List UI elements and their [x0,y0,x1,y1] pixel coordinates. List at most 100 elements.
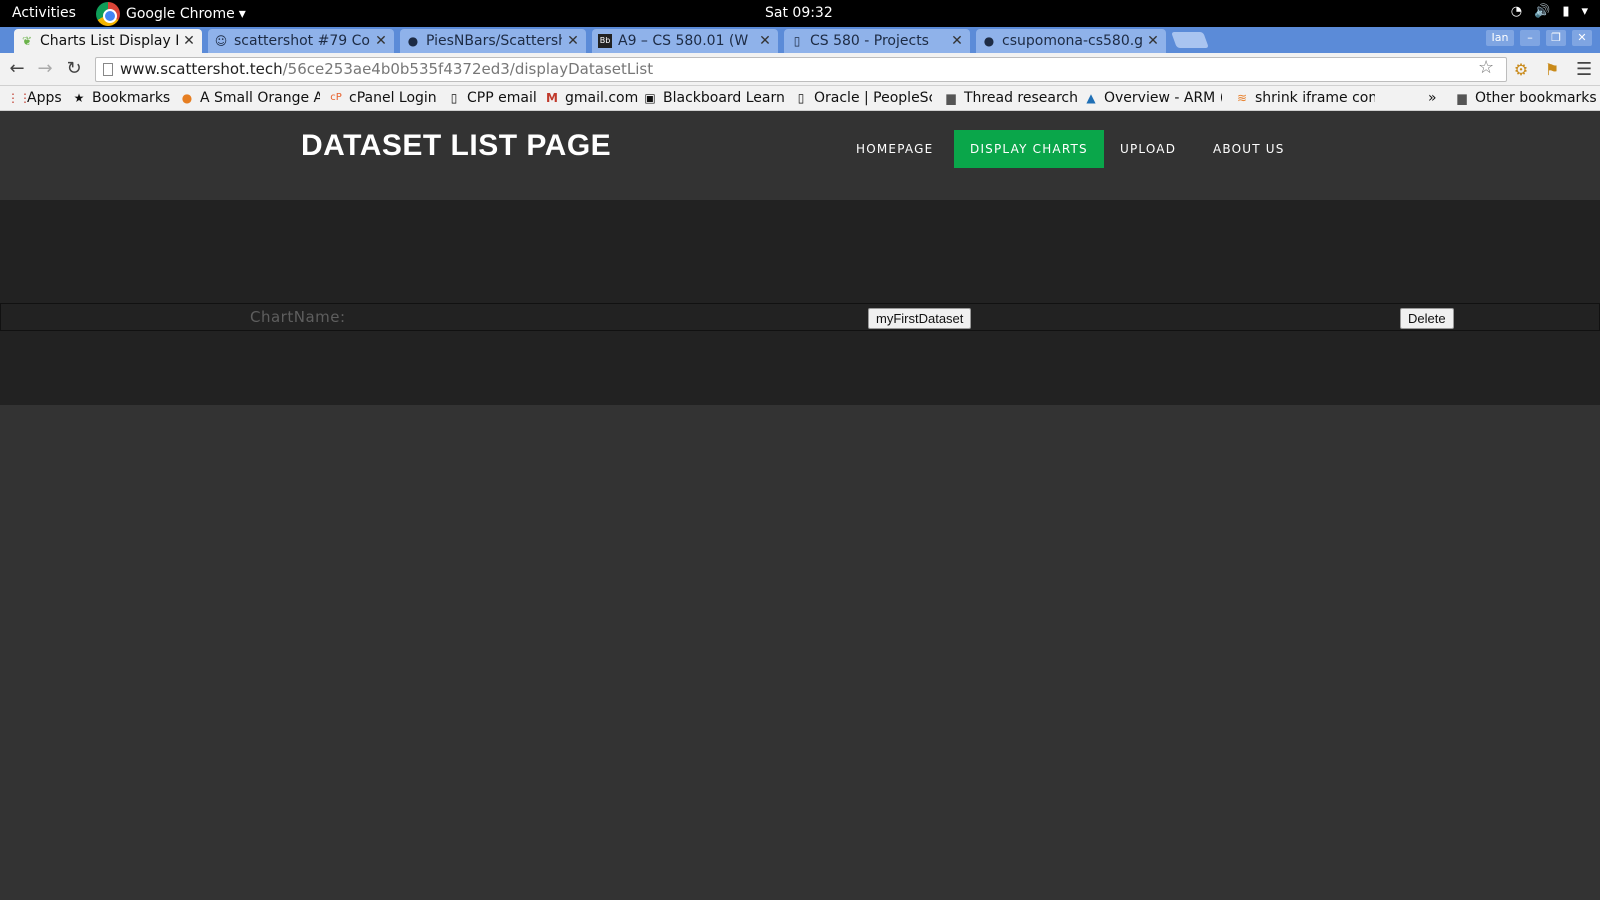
folder-icon: ▆ [1457,91,1467,105]
window-controls: Ian – ❐ ✕ [1486,30,1592,46]
web-page: DATASET LIST PAGE HOMEPAGE DISPLAY CHART… [0,112,1600,900]
address-bar[interactable]: www.scattershot.tech/56ce253ae4b0b535f43… [95,57,1507,82]
tab-charts-list[interactable]: ❦ Charts List Display P ✕ [14,29,202,53]
dataset-name-button[interactable]: myFirstDataset [868,308,972,329]
clock[interactable]: Sat 09:32 [765,5,833,21]
bookmark-label: Apps [27,90,62,106]
tab-title: csupomona-cs580.gi [1002,33,1142,49]
close-icon[interactable]: ✕ [950,33,964,49]
arm-icon: ▲ [1086,91,1096,105]
folder-icon: ▆ [946,91,956,105]
tab-title: scattershot #79 Cor [234,33,370,49]
delete-button[interactable]: Delete [1400,308,1454,329]
tab-scattershot-issue[interactable]: ☺ scattershot #79 Cor ✕ [208,29,394,53]
bookmark-small-orange[interactable]: ● A Small Orange A [180,90,320,106]
bookmark-label: Overview - ARM ( [1104,90,1222,106]
bookmark-cpanel[interactable]: cP cPanel Login [329,90,437,106]
bookmark-thread-research[interactable]: ▆ Thread research [944,90,1078,106]
nav-about-us[interactable]: ABOUT US [1197,130,1301,168]
bookmark-label: Thread research [964,90,1078,106]
apps-grid-icon: ⋮⋮ [7,91,31,105]
chevron-down-icon: ▾ [238,6,246,22]
url-path: /56ce253ae4b0b535f4372ed3/displayDataset… [282,60,654,78]
battery-icon: ▮ [1562,4,1570,19]
maximize-icon[interactable]: ❐ [1546,30,1566,46]
reload-icon[interactable]: ↻ [64,59,84,79]
volume-icon: 🔊 [1534,4,1551,19]
tab-piesnbars[interactable]: ● PiesNBars/Scattersh ✕ [400,29,586,53]
bookmark-bookmarks[interactable]: ★ Bookmarks [72,90,171,106]
tab-strip: ❦ Charts List Display P ✕ ☺ scattershot … [0,27,1600,53]
stackoverflow-icon: ≋ [1236,91,1248,105]
close-icon[interactable]: ✕ [374,33,388,49]
close-icon[interactable]: ✕ [1146,33,1160,49]
extension-off-icon[interactable]: ⚙ [1511,60,1531,80]
bookmark-label: Other bookmarks [1475,90,1597,106]
page-title: DATASET LIST PAGE [301,129,612,162]
page-icon: ▯ [450,91,458,105]
bookmark-label: Oracle | PeopleSc [814,90,932,106]
bookmark-star-icon[interactable]: ☆ [1478,57,1494,78]
page-icon: ▯ [797,91,805,105]
bookmark-arm-overview[interactable]: ▲ Overview - ARM ( [1084,90,1222,106]
bookmarks-bar: ⋮⋮ Apps ★ Bookmarks ● A Small Orange A c… [0,86,1600,111]
tab-title: PiesNBars/Scattersh [426,33,562,49]
tab-cs580-projects[interactable]: ▯ CS 580 - Projects ✕ [784,29,970,53]
system-top-bar: Activities Google Chrome ▾ Sat 09:32 ◔ 🔊… [0,0,1600,27]
bookmark-label: Bookmarks [92,90,171,106]
star-icon: ★ [73,91,85,105]
page-info-icon[interactable] [103,63,113,76]
chart-name-label: ChartName: [250,308,346,326]
system-tray[interactable]: ◔ 🔊 ▮ ▾ [1511,4,1588,19]
close-icon[interactable]: ✕ [758,33,772,49]
bookmark-blackboard[interactable]: ▣ Blackboard Learn [643,90,785,106]
bookmark-oracle[interactable]: ▯ Oracle | PeopleSc [794,90,932,106]
bookmark-apps[interactable]: ⋮⋮ Apps [7,90,62,106]
back-arrow-icon[interactable]: ← [7,59,27,79]
bookmark-shrink-iframe[interactable]: ≋ shrink iframe cont [1235,90,1375,106]
bookmark-label: gmail.com [565,90,639,106]
profile-button[interactable]: Ian [1486,30,1514,46]
new-tab-button[interactable] [1171,32,1209,48]
hamburger-menu-icon[interactable]: ☰ [1576,59,1592,80]
dataset-list-section: ChartName: myFirstDataset Delete [0,200,1600,405]
tab-title: A9 – CS 580.01 (W [618,33,749,49]
chrome-logo-icon [96,2,120,26]
table-row: ChartName: myFirstDataset Delete [0,303,1600,331]
activities-button[interactable]: Activities [12,5,76,21]
tab-a9-cs580[interactable]: Bb A9 – CS 580.01 (W ✕ [592,29,778,53]
app-menu-label: Google Chrome [126,6,235,22]
cpanel-icon: cP [330,92,342,103]
nav-upload[interactable]: UPLOAD [1104,130,1192,168]
bookmark-cpp-email[interactable]: ▯ CPP email [447,90,537,106]
avatar-icon: ☺ [214,34,228,48]
github-icon: ● [407,34,419,48]
blackboard-icon: Bb [598,34,612,48]
bookmark-label: Blackboard Learn [663,90,785,106]
bookmark-gmail[interactable]: M gmail.com [545,90,638,106]
nav-display-charts[interactable]: DISPLAY CHARTS [954,130,1104,168]
tab-title: CS 580 - Projects [810,33,929,49]
bookmark-label: shrink iframe cont [1255,90,1375,106]
bookmarks-overflow-button[interactable]: » [1428,90,1437,106]
tab-csupomona-cs580[interactable]: ● csupomona-cs580.gi ✕ [976,29,1166,53]
other-bookmarks[interactable]: ▆ Other bookmarks [1455,90,1597,106]
close-window-icon[interactable]: ✕ [1572,30,1592,46]
app-menu[interactable]: Google Chrome ▾ [96,2,246,26]
bookmark-label: A Small Orange A [200,90,320,106]
nav-homepage[interactable]: HOMEPAGE [840,130,949,168]
url-host: www.scattershot.tech [120,60,283,78]
minimize-icon[interactable]: – [1520,30,1540,46]
site-header: DATASET LIST PAGE HOMEPAGE DISPLAY CHART… [0,112,1600,200]
forward-arrow-icon[interactable]: → [35,59,55,79]
blackboard-icon: ▣ [644,91,656,105]
leaf-icon: ❦ [21,34,33,48]
bookmark-label: cPanel Login [349,90,437,106]
browser-toolbar: ← → ↻ www.scattershot.tech/56ce253ae4b0b… [0,53,1600,86]
bookmark-label: CPP email [467,90,537,106]
close-icon[interactable]: ✕ [566,33,580,49]
close-icon[interactable]: ✕ [182,33,196,49]
gmail-icon: M [546,91,558,105]
chevron-down-icon: ▾ [1581,4,1588,19]
extension-icon[interactable]: ⚑ [1542,60,1562,80]
